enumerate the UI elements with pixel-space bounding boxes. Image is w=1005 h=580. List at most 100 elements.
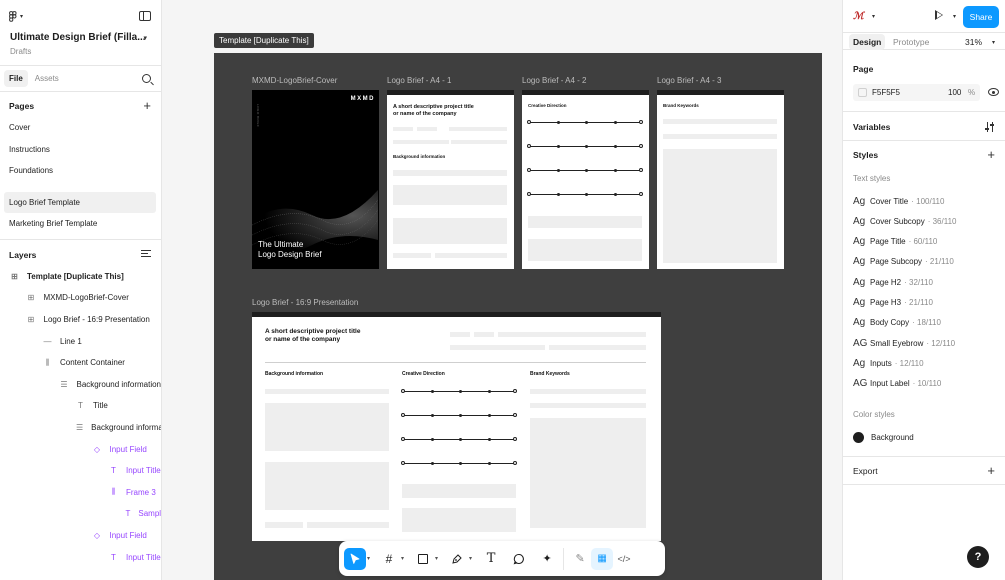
a4-2-frame-label[interactable]: Logo Brief - A4 - 2 xyxy=(522,76,586,85)
layer-item[interactable]: — Line 1 xyxy=(0,330,161,352)
page-item[interactable]: Instructions xyxy=(0,139,161,161)
text-style-size: · 60/110 xyxy=(908,237,938,247)
shape-tool-button[interactable] xyxy=(412,548,434,570)
a4-1-frame-label[interactable]: Logo Brief - A4 - 1 xyxy=(387,76,451,85)
file-menu-chevron-icon[interactable]: ▾ xyxy=(143,34,147,42)
sheet-top-bar xyxy=(387,90,514,95)
layers-list-icon[interactable] xyxy=(141,249,151,259)
pen-icon xyxy=(452,553,462,564)
chevron-down-icon[interactable]: ▾ xyxy=(992,39,995,46)
actions-tool-button[interactable]: ✦ xyxy=(536,548,558,570)
color-style-item[interactable]: Background xyxy=(853,430,914,444)
text-style-item[interactable]: AG Input Label · 10/110 xyxy=(853,377,941,391)
layer-item[interactable]: T Input Title xyxy=(0,546,161,568)
cover-frame-label[interactable]: MXMD-LogoBrief-Cover xyxy=(252,76,337,85)
layer-item[interactable]: ☰ Background information xyxy=(0,373,161,395)
design-mode-button[interactable]: ▦ xyxy=(591,547,614,570)
tab-file[interactable]: File xyxy=(4,70,28,87)
cover-title: The Ultimate Logo Design Brief xyxy=(258,240,322,260)
text-style-item[interactable]: Ag Page H3 · 21/110 xyxy=(853,296,933,310)
cover-frame[interactable]: MXMD LOGO BRIEF The Ultimate Logo Design… xyxy=(252,90,379,269)
a4-2-frame[interactable]: Creative Direction xyxy=(522,90,649,269)
figma-logo-icon xyxy=(9,11,17,22)
layer-item[interactable]: ◇ Input Field xyxy=(0,525,161,547)
page-item-selected[interactable]: Logo Brief Template xyxy=(4,191,156,213)
chevron-down-icon[interactable]: ▾ xyxy=(367,555,370,562)
a4-3-frame-label[interactable]: Logo Brief - A4 - 3 xyxy=(657,76,721,85)
slider-graphic xyxy=(527,191,643,197)
layer-item[interactable]: ⫼ Frame 3 xyxy=(0,481,161,503)
text-style-item[interactable]: Ag Page H2 · 32/110 xyxy=(853,275,933,289)
canvas[interactable]: Template [Duplicate This] MXMD-LogoBrief… xyxy=(162,0,842,580)
chevron-down-icon[interactable]: ▾ xyxy=(953,13,956,20)
move-tool-button[interactable] xyxy=(344,547,366,570)
chevron-down-icon[interactable]: ▾ xyxy=(401,555,404,562)
page-item[interactable]: Marketing Brief Template xyxy=(0,213,161,235)
text-style-name: Page H2 xyxy=(870,277,902,287)
a4-1-frame[interactable]: A short descriptive project title or nam… xyxy=(387,90,514,269)
text-style-item[interactable]: Ag Page Title · 60/110 xyxy=(853,235,937,249)
add-export-icon[interactable]: + xyxy=(987,464,995,477)
color-dot xyxy=(853,431,864,443)
color-swatch[interactable] xyxy=(858,88,867,97)
tab-assets[interactable]: Assets xyxy=(30,70,64,87)
chevron-down-icon[interactable]: ▾ xyxy=(469,555,472,562)
layer-item[interactable]: T Title xyxy=(0,395,161,417)
layers-title: Layers xyxy=(9,249,37,260)
text-style-item[interactable]: Ag Cover Subcopy · 36/110 xyxy=(853,214,956,228)
text-style-item[interactable]: AG Small Eyebrow · 12/110 xyxy=(853,336,955,350)
text-icon: T xyxy=(78,401,83,411)
page-background-field[interactable]: F5F5F5 100 % xyxy=(853,84,980,101)
zoom-level[interactable]: 31% xyxy=(965,37,982,47)
dev-mode-button[interactable]: </> xyxy=(613,548,635,570)
a4-3-frame[interactable]: Brand Keywords xyxy=(657,90,784,269)
layer-item[interactable]: ⊞ MXMD-LogoBrief-Cover xyxy=(0,287,161,309)
draw-mode-button[interactable]: ✎ xyxy=(569,548,591,570)
eye-visibility-icon[interactable] xyxy=(988,88,999,96)
tab-prototype[interactable]: Prototype xyxy=(889,34,933,50)
text-tool-button[interactable]: T xyxy=(480,548,502,570)
text-style-item[interactable]: Ag Inputs · 12/110 xyxy=(853,356,924,370)
search-icon[interactable] xyxy=(142,74,151,83)
help-button[interactable]: ? xyxy=(967,546,989,568)
sheet-doc-title: A short descriptive project title or nam… xyxy=(393,104,474,117)
text-style-item[interactable]: Ag Page Subcopy · 21/110 xyxy=(853,255,954,269)
layer-item[interactable]: ⫼ Content Container xyxy=(0,352,161,374)
add-page-icon[interactable]: + xyxy=(143,99,151,112)
layer-item[interactable]: ☰ Background informa xyxy=(0,417,161,439)
sidebar-toggle-icon[interactable] xyxy=(139,11,151,21)
pen-tool-button[interactable] xyxy=(446,548,468,570)
text-style-item[interactable]: Ag Body Copy · 18/110 xyxy=(853,316,941,330)
comment-tool-button[interactable] xyxy=(508,548,530,570)
chevron-down-icon[interactable]: ▾ xyxy=(872,13,875,20)
bg-opacity-value[interactable]: 100 xyxy=(948,88,961,97)
file-name[interactable]: Ultimate Design Brief (Filla... xyxy=(10,32,146,43)
page-item[interactable]: Cover xyxy=(0,117,161,139)
layer-item[interactable]: ⊞ Template [Duplicate This] xyxy=(0,266,161,288)
share-button[interactable]: Share xyxy=(963,6,999,28)
tab-design[interactable]: Design xyxy=(849,34,886,50)
layer-item[interactable]: T Input Title xyxy=(0,460,161,482)
text-style-preview: AG xyxy=(853,337,868,349)
present-play-icon[interactable] xyxy=(933,10,944,21)
presentation-frame[interactable]: A short descriptive project title or nam… xyxy=(252,312,661,541)
bg-hex-value[interactable]: F5F5F5 xyxy=(872,88,900,97)
layer-item[interactable]: ◇ Input Field xyxy=(0,438,161,460)
layer-item[interactable]: ⊞ Logo Brief - 16:9 Presentation xyxy=(0,309,161,331)
divider xyxy=(843,111,1005,112)
right-panel: ℳ ▾ ▾ Share Design Prototype 31% ▾ Page … xyxy=(842,0,1005,580)
add-style-icon[interactable]: + xyxy=(987,148,995,161)
text-stack-icon: ☰ xyxy=(60,379,68,389)
user-avatar[interactable]: ℳ xyxy=(853,11,864,22)
frame-name-label[interactable]: Template [Duplicate This] xyxy=(214,33,314,48)
page-item[interactable]: Foundations xyxy=(0,160,161,182)
file-location[interactable]: Drafts xyxy=(10,47,31,56)
text-style-item[interactable]: Ag Cover Title · 100/110 xyxy=(853,194,944,208)
variables-sliders-icon[interactable] xyxy=(985,122,995,132)
main-menu-button[interactable]: ▾ xyxy=(9,11,23,22)
text-style-size: · 21/110 xyxy=(904,298,933,307)
frame-tool-button[interactable]: # xyxy=(378,548,400,570)
layer-item[interactable]: T Sampl xyxy=(0,503,162,525)
presentation-frame-label[interactable]: Logo Brief - 16:9 Presentation xyxy=(252,298,358,307)
chevron-down-icon[interactable]: ▾ xyxy=(435,555,438,562)
